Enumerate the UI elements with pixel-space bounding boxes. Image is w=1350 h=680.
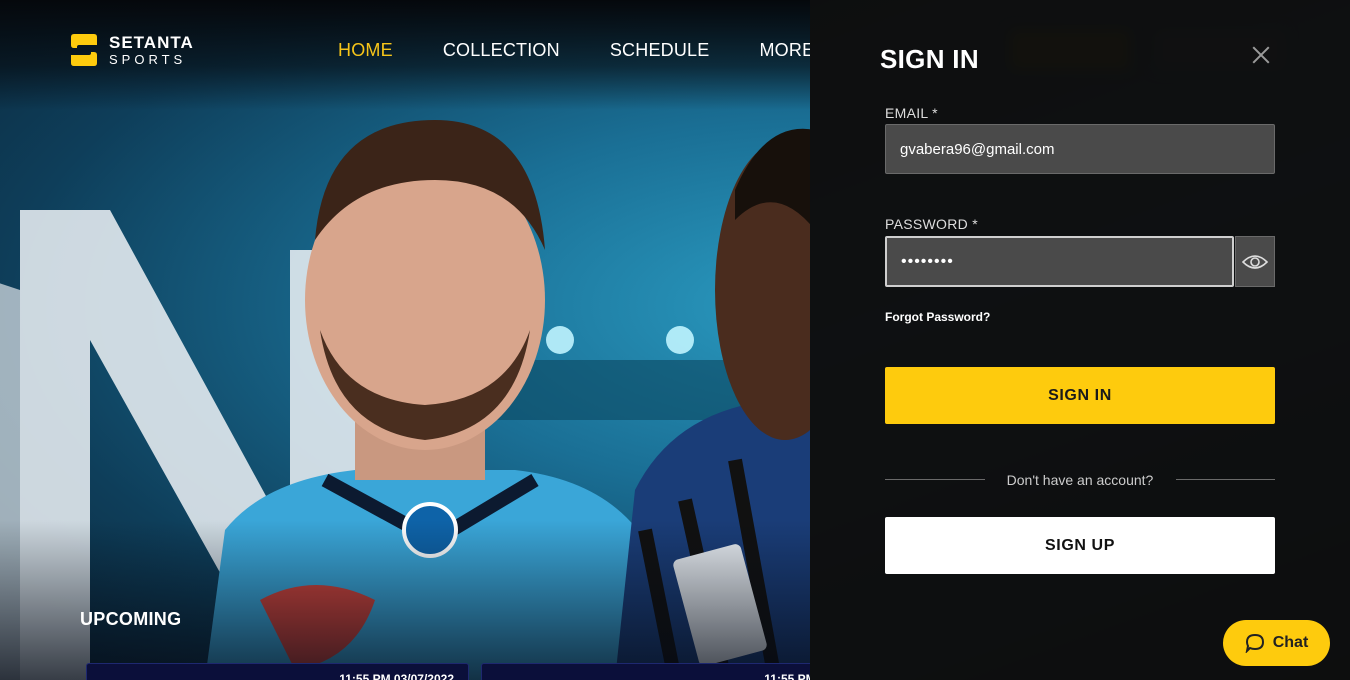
- eye-icon: [1242, 254, 1268, 269]
- signup-button[interactable]: SIGN UP: [885, 517, 1275, 574]
- setanta-logo-icon: [71, 34, 97, 66]
- app-root: SETANTA SPORTS HOME COLLECTION SCHEDULE …: [0, 0, 1350, 680]
- upcoming-card[interactable]: 11:55 PM 03/07: [481, 663, 864, 680]
- signin-panel: SIGN IN EMAIL * gvabera96@gmail.com PASS…: [810, 0, 1350, 680]
- logo-text-secondary: SPORTS: [109, 52, 187, 67]
- upcoming-card[interactable]: 11:55 PM 03/07/2022: [86, 663, 469, 680]
- email-label: EMAIL *: [885, 105, 938, 121]
- show-password-button[interactable]: [1235, 236, 1275, 287]
- password-group: ••••••••: [885, 236, 1275, 287]
- forgot-password-link[interactable]: Forgot Password?: [885, 310, 990, 324]
- main-nav: HOME COLLECTION SCHEDULE MORE⌄: [338, 40, 881, 61]
- signin-button[interactable]: SIGN IN: [885, 367, 1275, 424]
- nav-item-schedule[interactable]: SCHEDULE: [610, 40, 710, 61]
- email-field[interactable]: gvabera96@gmail.com: [885, 124, 1275, 174]
- chat-label: Chat: [1272, 634, 1309, 651]
- nav-item-more-label: MORE: [759, 40, 815, 60]
- chat-bubble-icon: [1245, 633, 1264, 653]
- setanta-logo[interactable]: SETANTA SPORTS: [70, 32, 210, 68]
- divider-right: [1176, 479, 1275, 480]
- event-time: 11:55 PM 03/07/2022: [339, 672, 454, 680]
- nav-item-home[interactable]: HOME: [338, 40, 393, 61]
- no-account-text: Don't have an account?: [1006, 472, 1154, 488]
- password-field[interactable]: ••••••••: [885, 236, 1234, 287]
- nav-item-collection[interactable]: COLLECTION: [443, 40, 560, 61]
- password-label: PASSWORD *: [885, 216, 978, 232]
- chat-button[interactable]: Chat: [1223, 620, 1330, 666]
- upcoming-heading: UPCOMING: [80, 609, 182, 629]
- signin-title: SIGN IN: [880, 44, 979, 74]
- logo-text-primary: SETANTA: [109, 33, 194, 52]
- close-icon[interactable]: [1250, 44, 1272, 66]
